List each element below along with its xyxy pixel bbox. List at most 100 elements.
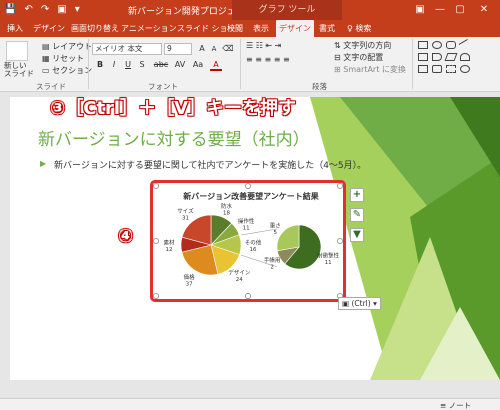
data-label-操作性: 操作性 11 <box>238 217 255 232</box>
rectangle-shape-icon[interactable] <box>418 41 428 49</box>
close-button[interactable]: ✕ <box>476 2 492 18</box>
tab-insert[interactable]: 挿入 <box>4 20 26 37</box>
reset-icon: ▦ <box>42 54 53 63</box>
bullet-icon: ▶ <box>40 159 47 168</box>
change-case-button[interactable]: Aa <box>190 59 206 71</box>
frame-shape-icon[interactable] <box>446 65 456 73</box>
save-icon[interactable]: 💾 <box>4 3 16 17</box>
reset-button[interactable]: ▦ リセット <box>42 53 84 64</box>
data-label-その他: その他 16 <box>245 239 262 254</box>
redo-icon[interactable]: ↷ <box>41 3 49 17</box>
data-label-素材: 素材 12 <box>163 239 175 254</box>
separator <box>88 39 89 89</box>
data-label-手帳用: 手帳用 2 <box>264 256 281 271</box>
text-align-button[interactable]: ⊟ 文字の配置 <box>334 52 383 63</box>
paste-options-button[interactable]: ▣ (Ctrl) ▾ <box>338 297 381 310</box>
text-direction-label: 文字列の方向 <box>343 41 392 50</box>
line-shape-icon[interactable] <box>458 39 472 51</box>
star-shape-icon[interactable] <box>460 65 470 73</box>
filter-icon: ▼ <box>353 229 361 240</box>
align-icons[interactable]: ≡ ≡ ≡ ≡ ≡ <box>246 55 290 64</box>
data-label-防水: 防水 18 <box>221 202 233 217</box>
slide-title[interactable]: 新バージョンに対する要望（社内） <box>38 125 310 150</box>
resize-handle[interactable] <box>337 183 343 189</box>
separator <box>240 39 241 89</box>
bullets-icon[interactable]: ☰ ☷ ⇤ ⇥ <box>246 41 281 50</box>
layout-label: レイアウト <box>52 42 93 51</box>
smartart-button[interactable]: ⊞ SmartArt に変換 <box>334 64 406 75</box>
notes-icon: ≡ <box>440 401 449 410</box>
data-label-重さ: 重さ 5 <box>270 222 281 237</box>
font-name-box[interactable]: メイリオ 本文 <box>92 43 162 55</box>
slide-bullet-text[interactable]: 新バージョンに対する要望に関して社内でアンケートを実施した（4～5月）。 <box>54 158 366 171</box>
chart-elements-button[interactable]: + <box>350 188 364 202</box>
italic-button[interactable]: I <box>108 59 120 71</box>
strikethrough-button[interactable]: abc <box>152 59 170 71</box>
arc-shape-icon[interactable] <box>460 53 470 61</box>
notes-button[interactable]: ≡ ノート <box>440 400 471 410</box>
bold-button[interactable]: B <box>94 59 106 71</box>
brush-icon: ✎ <box>352 209 362 220</box>
text-direction-button[interactable]: ⇅ 文字列の方向 <box>334 40 391 51</box>
rounded-rect-shape-icon[interactable] <box>446 41 456 49</box>
ribbon-display-icon[interactable]: ▣ <box>412 2 428 18</box>
tab-chart-design[interactable]: デザイン <box>276 20 314 37</box>
tab-view[interactable]: 表示 <box>250 20 272 37</box>
resize-handle[interactable] <box>153 183 159 189</box>
resize-handle[interactable] <box>153 238 159 244</box>
callout-shape-icon[interactable] <box>432 65 442 73</box>
oval-shape-icon[interactable] <box>432 41 442 49</box>
chart-filters-button[interactable]: ▼ <box>350 228 364 242</box>
customize-qat-icon[interactable]: ▾ <box>75 3 80 17</box>
status-bar: ≡ ノート <box>0 398 500 410</box>
tab-tell-me[interactable]: ♀ 検索 <box>344 20 374 37</box>
restore-button[interactable]: ▢ <box>452 2 468 18</box>
triangle-shape-icon[interactable] <box>418 65 428 73</box>
ribbon-tabs: 挿入 デザイン 画面切り替え アニメーション スライド ショー 校閲 表示 デザ… <box>0 20 500 37</box>
paste-options-label: (Ctrl) ▾ <box>351 299 377 308</box>
chart-tools-label: グラフ ツール <box>258 5 316 15</box>
new-slide-button[interactable]: 新しい スライド <box>4 62 34 78</box>
pie-of-pie-chart[interactable]: 防水 18 操作性 11 その他 16 デザイン 24 価格 37 素材 12 サイズ 31 耐衝撃性 11 手… <box>153 183 343 299</box>
quick-access-toolbar: 💾 ↶ ↷ ▣ ▾ <box>4 3 80 17</box>
resize-handle[interactable] <box>153 293 159 299</box>
textbox-shape-icon[interactable] <box>418 53 428 61</box>
resize-handle[interactable] <box>245 293 251 299</box>
parallelogram-shape-icon[interactable] <box>444 53 458 61</box>
arrow-shape-icon[interactable] <box>432 53 442 61</box>
chart-tools-band: グラフ ツール <box>232 0 342 20</box>
chart-object[interactable]: 新バージョン改善要望アンケート結果 防水 18 操作性 11 その他 16 デザイン 24 価格… <box>150 180 346 302</box>
data-label-価格: 価格 37 <box>184 273 196 288</box>
resize-handle[interactable] <box>245 183 251 189</box>
tab-transitions[interactable]: 画面切り替え <box>68 20 122 37</box>
align-text-icon: ⊟ <box>334 53 344 62</box>
undo-icon[interactable]: ↶ <box>24 3 32 17</box>
chart-styles-button[interactable]: ✎ <box>350 208 364 222</box>
shadow-button[interactable]: S <box>136 59 148 71</box>
section-icon: ▭ <box>42 66 53 75</box>
tab-animations[interactable]: アニメーション <box>118 20 180 37</box>
tell-me-label: 検索 <box>355 24 372 33</box>
start-from-beginning-icon[interactable]: ▣ <box>57 3 66 17</box>
layout-button[interactable]: ▤ レイアウト <box>42 41 92 52</box>
tab-review[interactable]: 校閲 <box>224 20 246 37</box>
grow-font-icon[interactable]: A <box>196 43 208 55</box>
layout-icon: ▤ <box>42 42 53 51</box>
resize-handle[interactable] <box>337 238 343 244</box>
minimize-button[interactable]: — <box>432 2 448 18</box>
instruction-step3: ③［Ctrl］＋［V］キーを押す <box>50 98 297 119</box>
new-slide-icon[interactable] <box>6 41 28 61</box>
tab-format[interactable]: 書式 <box>316 20 338 37</box>
char-spacing-button[interactable]: AV <box>172 59 188 71</box>
data-label-デザイン: デザイン 24 <box>228 269 251 284</box>
section-label: セクション <box>52 66 93 75</box>
font-size-box[interactable]: 9 <box>164 43 192 55</box>
tab-design[interactable]: デザイン <box>30 20 68 37</box>
powerpoint-window: 💾 ↶ ↷ ▣ ▾ 新バージョン開発プロジェクト概要.pptx グラフ ツール … <box>0 0 500 410</box>
shrink-font-icon[interactable]: A <box>208 43 220 55</box>
clear-format-icon[interactable]: ⌫ <box>222 43 234 55</box>
reset-label: リセット <box>52 54 85 63</box>
section-button[interactable]: ▭ セクション <box>42 65 92 76</box>
font-color-button[interactable]: A <box>210 59 222 71</box>
underline-button[interactable]: U <box>122 59 134 71</box>
